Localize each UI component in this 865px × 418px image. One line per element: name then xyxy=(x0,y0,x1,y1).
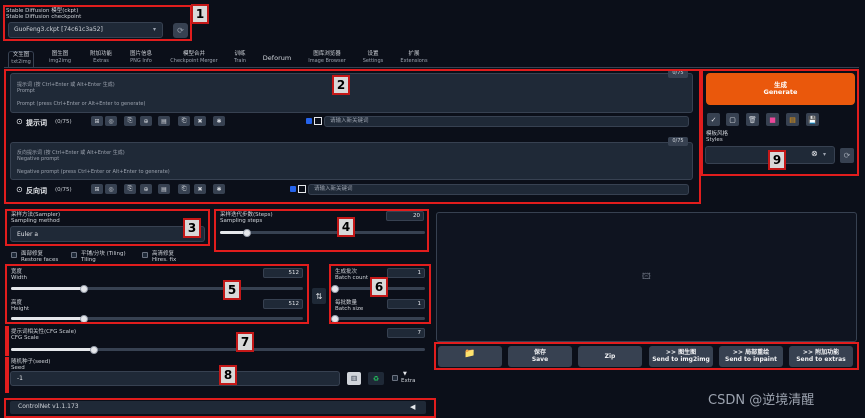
badge-7: 7 xyxy=(236,332,254,352)
tab-png-info[interactable]: 图片信息 PNG Info xyxy=(126,51,156,64)
tab-label-en: Image Browser xyxy=(308,57,346,64)
restore-faces-en: Restore faces xyxy=(21,257,59,263)
tab-label-cn: 附加功能 xyxy=(89,51,112,57)
highlight-box-controlnet xyxy=(4,398,436,418)
cfg-slider[interactable] xyxy=(11,345,425,354)
badge-9: 9 xyxy=(768,150,786,170)
recycle-icon: ♻ xyxy=(372,374,380,383)
hires-fix-en: Hires. fix xyxy=(152,257,177,263)
swap-icon: ⇅ xyxy=(315,291,323,301)
tab-img2img[interactable]: 图生图 img2img xyxy=(46,51,74,64)
dice-icon: ⚅ xyxy=(350,374,358,383)
badge-1: 1 xyxy=(191,4,209,24)
seed-value: -1 xyxy=(17,375,23,382)
slider-fill xyxy=(11,348,94,351)
tab-train[interactable]: 训练 Train xyxy=(230,51,250,64)
badge-3: 3 xyxy=(183,218,201,238)
highlight-box-8 xyxy=(5,357,9,393)
image-placeholder-icon: 🖾 xyxy=(642,272,651,281)
restore-faces-checkbox[interactable] xyxy=(11,252,17,258)
cfg-label-en: CFG Scale xyxy=(11,335,39,341)
highlight-box-7 xyxy=(5,326,9,356)
highlight-box-actions xyxy=(434,342,859,370)
tab-extensions[interactable]: 扩展 Extensions xyxy=(396,51,432,64)
hires-fix-checkbox[interactable] xyxy=(142,252,148,258)
tab-extras[interactable]: 附加功能 Extras xyxy=(86,51,116,64)
highlight-box-3 xyxy=(5,209,210,246)
tiling-en: Tiling xyxy=(81,257,96,263)
watermark: CSDN @逆境清醒 xyxy=(708,393,815,408)
tab-divider xyxy=(4,67,859,68)
badge-4: 4 xyxy=(337,217,355,237)
extra-checkbox[interactable] xyxy=(392,375,398,381)
tab-label-en: txt2img xyxy=(11,58,31,65)
tab-checkpoint-merger[interactable]: 模型合并 Checkpoint Merger xyxy=(166,51,222,64)
cfg-input[interactable]: 7 xyxy=(387,328,425,338)
tab-label-en: PNG Info xyxy=(130,57,152,64)
highlight-box-5 xyxy=(5,264,309,324)
swap-dimensions-button[interactable]: ⇅ xyxy=(312,288,326,304)
tab-label-en: Checkpoint Merger xyxy=(170,57,218,64)
tab-deforum[interactable]: Deforum xyxy=(258,55,296,62)
tab-label-en: img2img xyxy=(48,57,72,64)
slider-handle[interactable] xyxy=(89,345,98,354)
badge-6: 6 xyxy=(370,277,388,297)
tab-label-en: Train xyxy=(234,57,246,64)
tab-label-en: Extras xyxy=(93,57,109,64)
highlight-box-2 xyxy=(4,69,701,204)
badge-2: 2 xyxy=(332,75,350,95)
triangle-down-icon: ▼ xyxy=(403,371,407,377)
reuse-seed-button[interactable]: ♻ xyxy=(368,372,384,385)
tab-label-en: Extensions xyxy=(400,57,428,64)
seed-input[interactable]: -1 xyxy=(10,371,340,386)
tab-image-browser[interactable]: 图库浏览器 Image Browser xyxy=(304,51,350,64)
output-gallery: 🖾 xyxy=(436,212,857,342)
badge-5: 5 xyxy=(223,280,241,300)
badge-8: 8 xyxy=(219,365,237,385)
random-seed-button[interactable]: ⚅ xyxy=(347,372,361,385)
tab-settings[interactable]: 设置 Settings xyxy=(358,51,388,64)
tab-label-cn: Deforum xyxy=(262,54,292,62)
tab-label-en: Settings xyxy=(362,57,384,64)
tab-txt2img[interactable]: 文生图 txt2img xyxy=(8,51,34,67)
highlight-box-1 xyxy=(3,5,192,41)
extra-label: Extra xyxy=(401,378,416,384)
tab-label-cn: 图片信息 xyxy=(129,51,152,57)
highlight-box-4 xyxy=(214,209,429,252)
tiling-checkbox[interactable] xyxy=(71,252,77,258)
